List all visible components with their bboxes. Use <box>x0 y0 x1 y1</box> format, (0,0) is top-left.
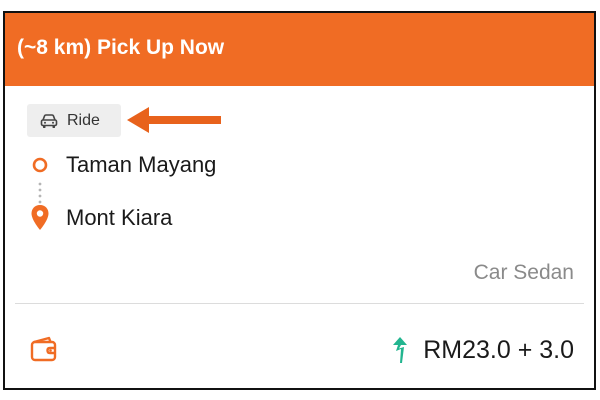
job-title: (~8 km) Pick Up Now <box>17 36 225 59</box>
dotted-line-icon <box>38 182 42 204</box>
arrow-left-icon <box>127 107 221 133</box>
divider <box>15 303 584 304</box>
car-icon <box>40 113 58 128</box>
surge-arrow-icon <box>393 337 408 363</box>
dropoff-location: Mont Kiara <box>66 205 173 230</box>
fare-amount: RM23.0 + 3.0 <box>423 335 574 364</box>
hollow-circle-icon <box>32 157 48 173</box>
wallet-icon <box>30 336 57 362</box>
service-type-badge: Ride <box>27 104 121 137</box>
job-card[interactable]: (~8 km) Pick Up Now Ride Taman Mayang Mo… <box>3 11 596 390</box>
service-type-label: Ride <box>67 111 100 129</box>
pickup-location: Taman Mayang <box>66 152 217 177</box>
fare-group: RM23.0 + 3.0 <box>391 335 574 365</box>
job-header: (~8 km) Pick Up Now <box>5 13 594 86</box>
vehicle-type: Car Sedan <box>473 261 574 284</box>
map-pin-icon <box>31 205 49 230</box>
